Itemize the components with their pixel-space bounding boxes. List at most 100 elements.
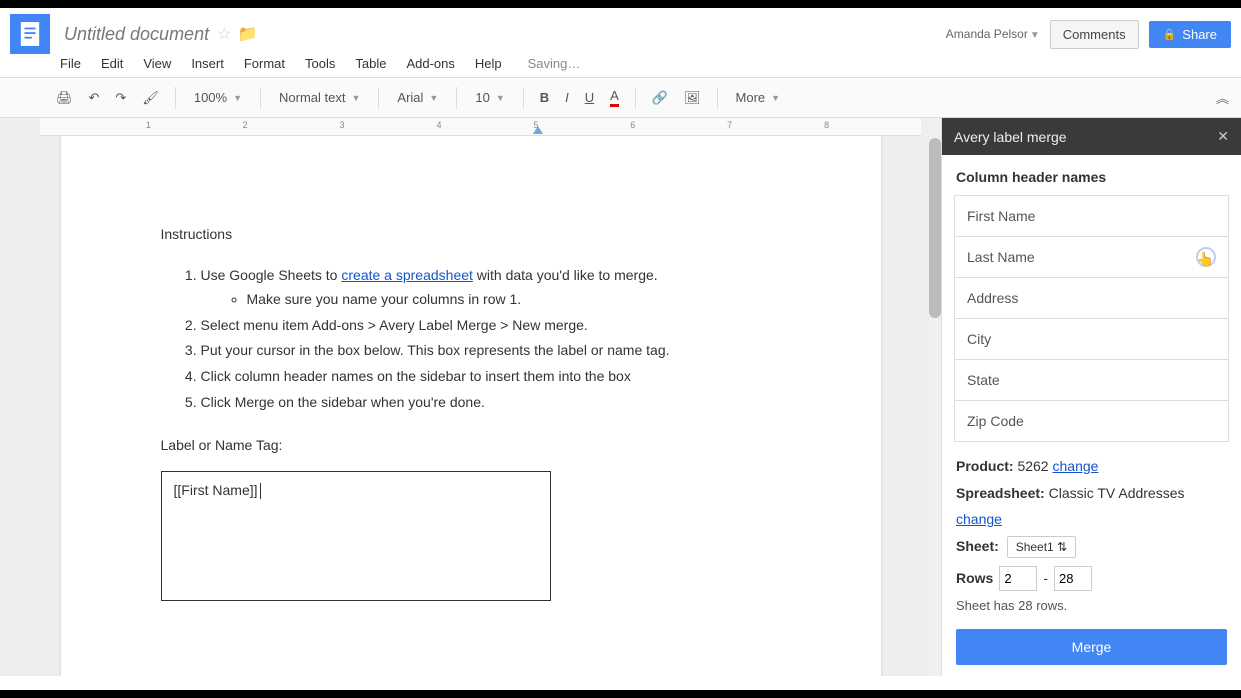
window-top-bar xyxy=(0,0,1241,8)
step-2: Select menu item Add-ons > Avery Label M… xyxy=(201,314,781,338)
menu-addons[interactable]: Add-ons xyxy=(406,56,454,71)
toolbar: 🖨 ↶ ↷ 🖌 100%▼ Normal text▼ Arial▼ 10▼ B … xyxy=(0,77,1241,118)
rows-row: Rows - xyxy=(956,565,1227,592)
chevron-down-icon: ▼ xyxy=(351,93,360,103)
lock-icon: 🔒 xyxy=(1163,28,1177,41)
rows-from-input[interactable] xyxy=(999,566,1037,591)
create-spreadsheet-link[interactable]: create a spreadsheet xyxy=(341,267,473,283)
ruler-mark: 7 xyxy=(727,120,732,130)
chevron-down-icon: ▼ xyxy=(771,93,780,103)
merge-field-text: [[First Name]] xyxy=(174,482,258,498)
font-dropdown[interactable]: Arial▼ xyxy=(389,86,446,109)
horizontal-ruler[interactable]: 1 2 3 4 5 6 7 8 xyxy=(40,118,921,136)
bold-button[interactable]: B xyxy=(534,86,555,109)
menu-view[interactable]: View xyxy=(143,56,171,71)
rows-to-input[interactable] xyxy=(1054,566,1092,591)
separator xyxy=(456,87,457,109)
more-dropdown[interactable]: More ▼ xyxy=(728,86,789,109)
menu-insert[interactable]: Insert xyxy=(191,56,224,71)
rows-note: Sheet has 28 rows. xyxy=(956,594,1227,619)
doc-title-wrap[interactable]: Untitled document ☆ 📁 xyxy=(64,24,257,45)
menu-edit[interactable]: Edit xyxy=(101,56,123,71)
column-item-firstname[interactable]: First Name xyxy=(954,195,1229,237)
tab-stop-marker[interactable] xyxy=(533,126,543,134)
change-product-link[interactable]: change xyxy=(1053,458,1099,474)
share-button[interactable]: 🔒Share xyxy=(1149,21,1231,48)
menu-format[interactable]: Format xyxy=(244,56,285,71)
main-area: 1 2 3 4 5 6 7 8 Instructions Use Google … xyxy=(0,118,1241,676)
zoom-dropdown[interactable]: 100%▼ xyxy=(186,86,250,109)
menu-tools[interactable]: Tools xyxy=(305,56,335,71)
sidebar-bottom: Product: 5262 change Spreadsheet: Classi… xyxy=(942,441,1241,677)
ruler-mark: 3 xyxy=(340,120,345,130)
label-heading: Label or Name Tag: xyxy=(161,437,781,453)
separator xyxy=(378,87,379,109)
chevron-down-icon: ▼ xyxy=(233,93,242,103)
chevron-down-icon: ▼ xyxy=(496,93,505,103)
step-3: Put your cursor in the box below. This b… xyxy=(201,339,781,363)
menu-table[interactable]: Table xyxy=(355,56,386,71)
separator xyxy=(260,87,261,109)
merge-button[interactable]: Merge xyxy=(956,629,1227,665)
text-cursor xyxy=(260,483,261,499)
star-icon[interactable]: ☆ xyxy=(217,24,231,44)
separator xyxy=(717,87,718,109)
separator xyxy=(635,87,636,109)
italic-button[interactable]: I xyxy=(559,86,575,109)
step-1: Use Google Sheets to create a spreadshee… xyxy=(201,264,781,312)
title-bar: Untitled document ☆ 📁 Amanda Pelsor▼ Com… xyxy=(0,8,1241,56)
fontsize-dropdown[interactable]: 10▼ xyxy=(467,86,512,109)
chevron-down-icon: ▼ xyxy=(1030,30,1040,41)
ruler-mark: 4 xyxy=(436,120,441,130)
spreadsheet-value: Classic TV Addresses xyxy=(1049,485,1185,501)
text-color-button[interactable]: A xyxy=(604,84,625,111)
scrollbar-thumb[interactable] xyxy=(929,138,941,318)
user-menu[interactable]: Amanda Pelsor▼ xyxy=(946,27,1040,41)
change-spreadsheet-link[interactable]: change xyxy=(956,511,1002,527)
product-row: Product: 5262 change xyxy=(956,453,1227,480)
undo-icon[interactable]: ↶ xyxy=(83,86,106,110)
spreadsheet-row: Spreadsheet: Classic TV Addresses change xyxy=(956,480,1227,533)
addon-sidebar: Avery label merge ✕ Column header names … xyxy=(941,118,1241,676)
sidebar-header: Avery label merge ✕ xyxy=(942,118,1241,155)
style-dropdown[interactable]: Normal text▼ xyxy=(271,86,368,109)
column-item-address[interactable]: Address xyxy=(954,277,1229,319)
document-canvas[interactable]: 1 2 3 4 5 6 7 8 Instructions Use Google … xyxy=(0,118,941,676)
sheet-select[interactable]: Sheet1 ⇅ xyxy=(1007,536,1076,558)
instructions-heading: Instructions xyxy=(161,226,781,242)
chevron-down-icon: ▼ xyxy=(429,93,438,103)
step-5: Click Merge on the sidebar when you're d… xyxy=(201,391,781,415)
image-icon[interactable]: 🖼 xyxy=(678,86,707,110)
ruler-mark: 2 xyxy=(243,120,248,130)
folder-icon[interactable]: 📁 xyxy=(237,24,257,44)
collapse-toolbar-icon[interactable]: ︽ xyxy=(1216,88,1229,107)
comments-button[interactable]: Comments xyxy=(1050,20,1139,49)
close-icon[interactable]: ✕ xyxy=(1217,128,1229,145)
redo-icon[interactable]: ↷ xyxy=(109,86,132,110)
print-icon[interactable]: 🖨 xyxy=(50,86,79,110)
link-icon[interactable]: 🔗 xyxy=(646,86,674,110)
saving-status: Saving… xyxy=(528,56,581,71)
header-right: Amanda Pelsor▼ Comments 🔒Share xyxy=(946,20,1231,49)
column-list: First Name Last Name 👆 Address City Stat… xyxy=(942,195,1241,441)
column-item-lastname[interactable]: Last Name 👆 xyxy=(954,236,1229,278)
merge-field-box[interactable]: [[First Name]] xyxy=(161,471,551,601)
window-bottom-bar xyxy=(0,690,1241,698)
menu-file[interactable]: File xyxy=(60,56,81,71)
docs-logo[interactable] xyxy=(10,14,50,54)
underline-button[interactable]: U xyxy=(579,86,600,109)
column-item-state[interactable]: State xyxy=(954,359,1229,401)
ruler-mark: 8 xyxy=(824,120,829,130)
docs-logo-icon xyxy=(19,20,41,48)
menu-help[interactable]: Help xyxy=(475,56,502,71)
menu-bar: File Edit View Insert Format Tools Table… xyxy=(0,56,1241,77)
scrollbar-track[interactable] xyxy=(929,118,941,676)
column-item-zip[interactable]: Zip Code xyxy=(954,400,1229,442)
document-title[interactable]: Untitled document xyxy=(64,24,209,45)
column-item-city[interactable]: City xyxy=(954,318,1229,360)
paint-format-icon[interactable]: 🖌 xyxy=(136,86,165,110)
step-4: Click column header names on the sidebar… xyxy=(201,365,781,389)
sidebar-section-title: Column header names xyxy=(942,155,1241,195)
instructions-list: Use Google Sheets to create a spreadshee… xyxy=(201,264,781,415)
page[interactable]: Instructions Use Google Sheets to create… xyxy=(61,136,881,676)
